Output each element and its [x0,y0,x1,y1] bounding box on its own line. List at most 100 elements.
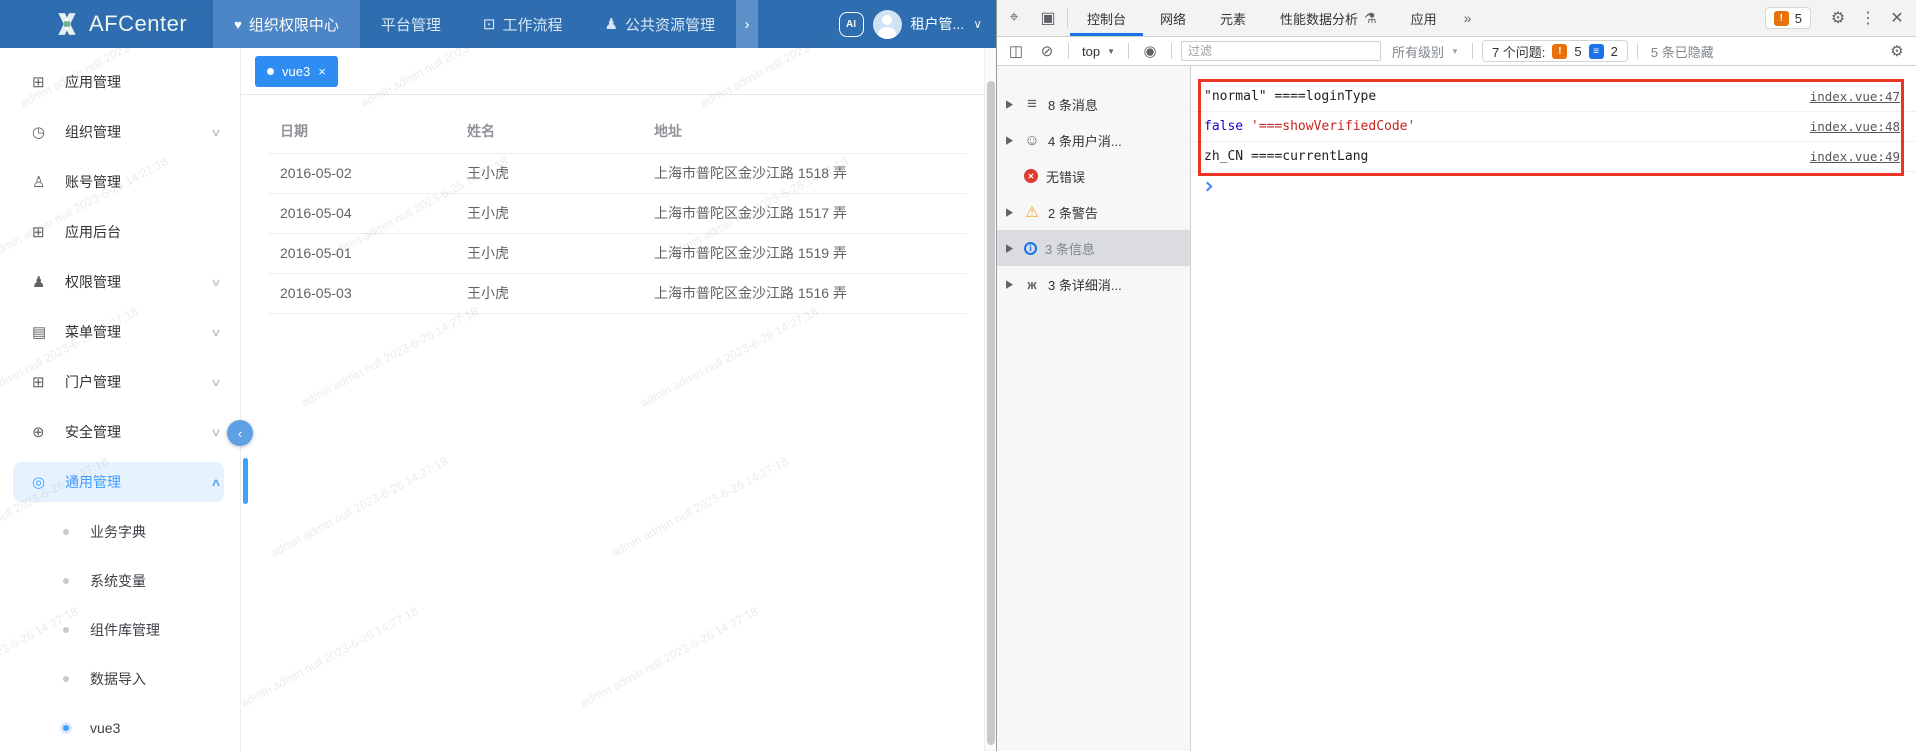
expand-arrow-icon[interactable] [1006,133,1016,146]
devtools-topbar-right: ! 5 ⚙ ⋮ ✕ [1765,0,1916,36]
expand-arrow-icon[interactable] [1006,169,1016,182]
sidebar-item[interactable]: 通用管理 ∧ [0,457,240,507]
top-nav-item[interactable]: 工作流程 [462,0,584,48]
chevron-left-icon: ‹ [238,426,242,441]
sidebar-item[interactable]: 门户管理 ∨ [0,357,240,407]
sidebar-collapse-button[interactable]: ‹ [227,420,253,446]
filter-input[interactable] [1181,41,1381,61]
sidebar-scrollbar-thumb[interactable] [243,458,248,504]
app-title: AFCenter [89,11,187,37]
page-scrollbar-thumb[interactable] [987,81,995,745]
chevron-icon: ∨ [210,326,221,339]
console-sidebar-item[interactable]: 8 条消息 [997,86,1190,122]
sidebar-subitem-label: 数据导入 [90,669,146,689]
console-body: 8 条消息 4 条用户消... 无错误 [997,66,1916,751]
hidden-messages-label: 5 条已隐藏 [1651,42,1714,61]
close-icon[interactable]: × [318,64,326,79]
devtools-tab[interactable]: 应用 ⚗ [1394,0,1454,36]
sidebar-item[interactable]: 账号管理 [0,157,240,207]
context-selector[interactable]: top ▼ [1078,44,1119,59]
sidebar-item[interactable]: 组织管理 ∨ [0,107,240,157]
close-devtools-icon[interactable]: ✕ [1884,8,1910,28]
devtools-tab[interactable]: 控制台 ⚗ [1070,0,1143,36]
source-link[interactable]: index.vue:48 [1810,119,1900,134]
screen: AFCenter 组织权限中心 平台管理 [0,0,1916,751]
caret-down-icon: ▼ [1107,47,1115,56]
afcenter-logo-icon [54,11,80,37]
issue-error-icon: ! [1774,11,1789,26]
user-name[interactable]: 租户管... [911,14,965,34]
table-column-header: 姓名 [455,110,642,153]
kebab-menu-icon[interactable]: ⋮ [1856,8,1880,28]
console-sidebar-item[interactable]: 3 条详细消... [997,266,1190,302]
top-nav-item[interactable]: 组织权限中心 [213,0,360,48]
expand-arrow-icon[interactable] [1006,97,1016,110]
tab-vue3[interactable]: vue3 × [255,56,338,87]
expand-arrow-icon[interactable] [1006,205,1016,218]
nav-item-label: 工作流程 [502,14,562,35]
data-table: 日期姓名地址 2016-05-02 王小虎 上海市普陀区金沙江路 1518 弄 [268,110,966,314]
eye-icon[interactable]: ◉ [1138,42,1162,60]
expand-arrow-icon[interactable] [1006,277,1016,290]
inspect-element-icon[interactable]: ⌖ [997,0,1031,36]
device-toolbar-icon[interactable]: ▣ [1031,0,1065,36]
settings-gear-icon[interactable]: ⚙ [1824,8,1852,28]
sidebar-subitem[interactable]: vue3 [0,703,240,751]
ai-assistant-icon[interactable]: AI [839,12,864,37]
top-nav-item[interactable]: 公共资源管理 [584,0,736,48]
sidebar-item-icon [32,273,50,291]
sidebar-subitem[interactable]: 数据导入 [0,654,240,703]
sidebar-item-icon [32,73,50,91]
expand-arrow-icon[interactable] [1006,241,1016,254]
sidebar-item[interactable]: 应用管理 [0,57,240,107]
console-text-part: "normal" ====loginType [1204,89,1376,104]
console-prompt[interactable] [1191,172,1916,200]
sidebar-subitem[interactable]: 系统变量 [0,556,240,605]
log-level-icon [1024,242,1037,255]
nav-item-icon [605,15,618,33]
data-table-wrap: 日期姓名地址 2016-05-02 王小虎 上海市普陀区金沙江路 1518 弄 [268,110,966,314]
avatar[interactable] [873,10,902,39]
nav-expand-button[interactable]: › [736,0,758,48]
sidebar-item-icon [32,223,50,241]
console-settings-gear-icon[interactable]: ⚙ [1885,42,1909,60]
source-link[interactable]: index.vue:47 [1810,89,1900,104]
clear-console-icon[interactable]: ⊘ [1035,42,1059,60]
log-levels-selector[interactable]: 所有级别 ▼ [1388,42,1463,61]
chevron-down-icon[interactable]: ∨ [973,17,982,31]
sidebar-item-icon [32,373,50,391]
devtools-tab[interactable]: 性能数据分析 ⚗ [1263,0,1394,36]
cell-name: 王小虎 [455,233,642,273]
console-sidebar-item[interactable]: 4 条用户消... [997,122,1190,158]
tab-active-dot-icon [267,68,274,75]
console-message: "normal" ====loginType index.vue:47 [1191,82,1916,112]
console-sidebar-label: 2 条警告 [1048,203,1098,222]
devtools-tab[interactable]: 网络 ⚗ [1143,0,1203,36]
tab-label: vue3 [282,64,310,79]
divider [1171,43,1172,59]
page-scrollbar[interactable] [984,48,996,751]
source-link[interactable]: index.vue:49 [1810,149,1900,164]
sidebar-item-icon [32,423,50,441]
console-sidebar-item[interactable]: 3 条信息 [997,230,1190,266]
main-content: vue3 × 日期姓名地址 2016-05-02 [241,48,984,751]
devtools-tab[interactable]: 元素 ⚗ [1203,0,1263,36]
console-sidebar-item[interactable]: 2 条警告 [997,194,1190,230]
sidebar-item[interactable]: 应用后台 [0,207,240,257]
sidebar-item-label: 应用管理 [65,72,220,92]
sidebar-subitem[interactable]: 业务字典 [0,507,240,556]
sidebar-item[interactable]: 安全管理 ∨ [0,407,240,457]
issues-badge[interactable]: ! 5 [1765,7,1811,29]
console-text-part: '===showVerifiedCode' [1251,119,1415,134]
chevron-icon: ∧ [210,476,221,489]
sidebar-item-label: 安全管理 [65,422,212,442]
issues-counter[interactable]: 7 个问题: ! 5 ≡ 2 [1482,40,1628,62]
sidebar-item[interactable]: 权限管理 ∨ [0,257,240,307]
console-message-text: "normal" ====loginType [1204,89,1376,104]
console-sidebar-toggle-icon[interactable]: ◫ [1004,42,1028,60]
console-sidebar-item[interactable]: 无错误 [997,158,1190,194]
top-nav-item[interactable]: 平台管理 [360,0,462,48]
sidebar-item[interactable]: 菜单管理 ∨ [0,307,240,357]
more-tabs-icon[interactable]: » [1454,0,1484,36]
sidebar-subitem[interactable]: 组件库管理 [0,605,240,654]
